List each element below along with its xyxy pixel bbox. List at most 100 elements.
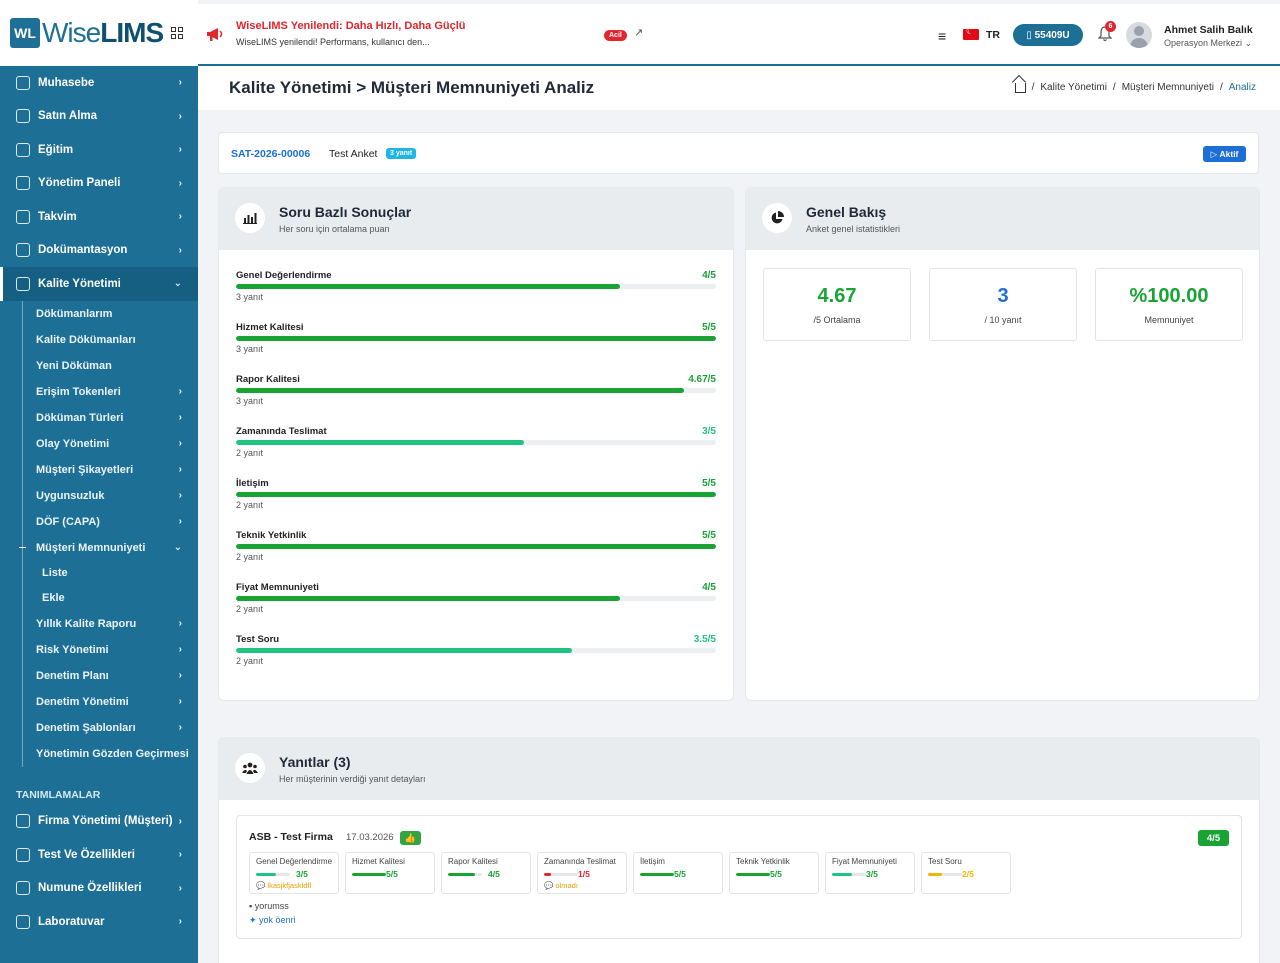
answer-box: Rapor Kalitesi 4/5 <box>441 852 531 894</box>
chevron-right-icon: › <box>178 815 182 827</box>
answer-score: 3/5 <box>296 869 308 879</box>
submenu-item-label: Ekle <box>42 592 65 604</box>
answer-score: 5/5 <box>770 869 782 879</box>
submenu-item[interactable]: Dökümanlarım <box>0 301 198 327</box>
answer-score: 1/5 <box>578 869 590 879</box>
question-results-card: Soru Bazlı Sonuçlar Her soru için ortala… <box>218 187 734 701</box>
answer-label: Test Soru <box>928 857 962 866</box>
stat-box: 4.67/5 Ortalama <box>763 268 911 341</box>
score-bar-track <box>236 648 716 653</box>
response-item: ASB - Test Firma 17.03.2026 👍 4/5 Genel … <box>236 815 1242 939</box>
question-label: Zamanında Teslimat <box>236 426 327 437</box>
score-bar-fill <box>236 336 716 341</box>
submenu-item-label: Olay Yönetimi <box>36 437 110 450</box>
answer-box: Genel Değerlendirme 3/5 💬 lkasjkfjaskldfl <box>249 852 339 894</box>
answer-bar-track <box>928 873 962 876</box>
breadcrumb-item[interactable]: Müşteri Memnuniyeti <box>1122 82 1214 93</box>
card-title: Yanıtlar (3) <box>279 754 351 770</box>
question-label: Fiyat Memnuniyeti <box>236 582 319 593</box>
answer-note: 💬 olmadı <box>544 881 578 890</box>
apps-grid-icon[interactable] <box>171 27 184 39</box>
submenu-item[interactable]: Uygunsuzluk › <box>0 483 198 509</box>
announcement-title[interactable]: WiseLIMS Yenilendi: Daha Hızlı, Daha Güç… <box>236 20 466 32</box>
submenu-item-label: Denetim Yönetimi <box>36 695 129 708</box>
score-bar-fill <box>236 284 620 289</box>
answer-box: Teknik Yetkinlik 5/5 <box>729 852 819 894</box>
sidebar-item[interactable]: Numune Özellikleri › <box>0 872 198 906</box>
submenu-item[interactable]: Olay Yönetimi › <box>0 431 198 457</box>
sidebar-item[interactable]: Test Ve Özellikleri › <box>0 838 198 872</box>
menu-item-icon <box>16 75 30 90</box>
sidebar-item[interactable]: Dokümantasyon › <box>0 234 198 268</box>
submenu-item[interactable]: Denetim Planı › <box>0 663 198 689</box>
sidebar-item[interactable]: Takvim › <box>0 200 198 234</box>
stat-label: Memnuniyet <box>1144 315 1194 325</box>
submenu-item[interactable]: Yıllık Kalite Raporu › <box>0 611 198 637</box>
submenu-item[interactable]: Erişim Tokenleri › <box>0 379 198 405</box>
sidebar-item[interactable]: Firma Yönetimi (Müşteri) › <box>0 805 198 839</box>
question-score: 5/5 <box>702 530 716 541</box>
response-suggestion: ✦ yok öenri <box>249 915 296 925</box>
submenu-item[interactable]: Müşteri Memnuniyeti ⌄ <box>0 535 198 561</box>
question-row: Teknik Yetkinlik 5/5 2 yanıt <box>236 530 716 574</box>
score-bar-track <box>236 284 716 289</box>
submenu-item-label: Denetim Planı <box>36 669 109 682</box>
language-selector[interactable]: TR <box>986 29 1000 41</box>
logo[interactable]: WL WiseLIMS <box>0 0 198 66</box>
answer-bar-fill <box>736 873 770 876</box>
question-score: 4/5 <box>702 582 716 593</box>
sidebar-item[interactable]: Yönetim Paneli › <box>0 167 198 201</box>
submenu-item[interactable]: Yönetimin Gözden Geçirmesi <box>0 741 198 767</box>
menu-icon[interactable]: ≡ <box>938 28 946 44</box>
menu-item-icon <box>16 881 30 896</box>
submenu-item[interactable]: Yeni Döküman <box>0 353 198 379</box>
sidebar-item[interactable]: Muhasebe › <box>0 66 198 100</box>
answer-label: Fiyat Memnuniyeti <box>832 857 897 866</box>
submenu-item[interactable]: Ekle <box>0 586 198 611</box>
submenu-item[interactable]: Risk Yönetimi › <box>0 637 198 663</box>
sidebar-item[interactable]: Eğitim › <box>0 133 198 167</box>
sidebar-item[interactable]: Laboratuvar › <box>0 905 198 939</box>
sidebar-item[interactable]: Satın Alma › <box>0 100 198 134</box>
avatar[interactable] <box>1126 22 1152 48</box>
chevron-down-icon: ⌄ <box>173 278 182 290</box>
turkey-flag-icon[interactable] <box>963 26 979 40</box>
sidebar-item-label: Laboratuvar <box>38 915 105 928</box>
chevron-right-icon: › <box>178 490 182 501</box>
chevron-right-icon: › <box>178 516 182 527</box>
chevron-right-icon: › <box>178 386 182 397</box>
breadcrumb-item[interactable]: Kalite Yönetimi <box>1040 82 1107 93</box>
answer-box: Zamanında Teslimat 1/5 💬 olmadı <box>537 852 627 894</box>
external-link-icon[interactable]: ↗ <box>634 26 643 39</box>
chevron-right-icon: › <box>178 244 182 256</box>
sidebar-item-label: Numune Özellikleri <box>38 882 142 895</box>
user-name[interactable]: Ahmet Salih Balık <box>1164 24 1253 36</box>
submenu-item[interactable]: Liste <box>0 561 198 586</box>
submenu-item[interactable]: Kalite Dökümanları <box>0 327 198 353</box>
card-title: Genel Bakış <box>806 204 887 220</box>
score-bar-track <box>236 544 716 549</box>
sidebar-item[interactable]: Kalite Yönetimi ⌄ <box>0 267 198 301</box>
submenu-item[interactable]: Müşteri Şikayetleri › <box>0 457 198 483</box>
survey-code: SAT-2026-00006 <box>231 148 311 160</box>
user-code-button[interactable]: ▯ 55409U <box>1013 24 1083 46</box>
question-label: Teknik Yetkinlik <box>236 530 307 541</box>
stat-box: 3 / 10 yanıt <box>929 268 1077 341</box>
stat-value: 3 <box>997 285 1009 307</box>
home-icon[interactable] <box>1014 82 1026 93</box>
question-score: 5/5 <box>702 478 716 489</box>
status-button[interactable]: ▷ Aktif <box>1203 146 1246 162</box>
submenu-item-label: Dökümanlarım <box>36 307 113 320</box>
user-role[interactable]: Operasyon Merkezi ⌄ <box>1164 38 1252 49</box>
chevron-right-icon: › <box>178 438 182 449</box>
submenu-item[interactable]: Denetim Yönetimi › <box>0 689 198 715</box>
submenu-item[interactable]: Denetim Şablonları › <box>0 715 198 741</box>
response-comment: ▪ yorumss <box>249 901 289 911</box>
chevron-right-icon: › <box>178 144 182 156</box>
submenu-item[interactable]: DÖF (CAPA) › <box>0 509 198 535</box>
submenu-item-label: Liste <box>42 567 68 579</box>
submenu-item[interactable]: Döküman Türleri › <box>0 405 198 431</box>
score-bar-fill <box>236 648 572 653</box>
sidebar-item-label: Takvim <box>38 210 77 223</box>
chevron-right-icon: › <box>178 849 182 861</box>
